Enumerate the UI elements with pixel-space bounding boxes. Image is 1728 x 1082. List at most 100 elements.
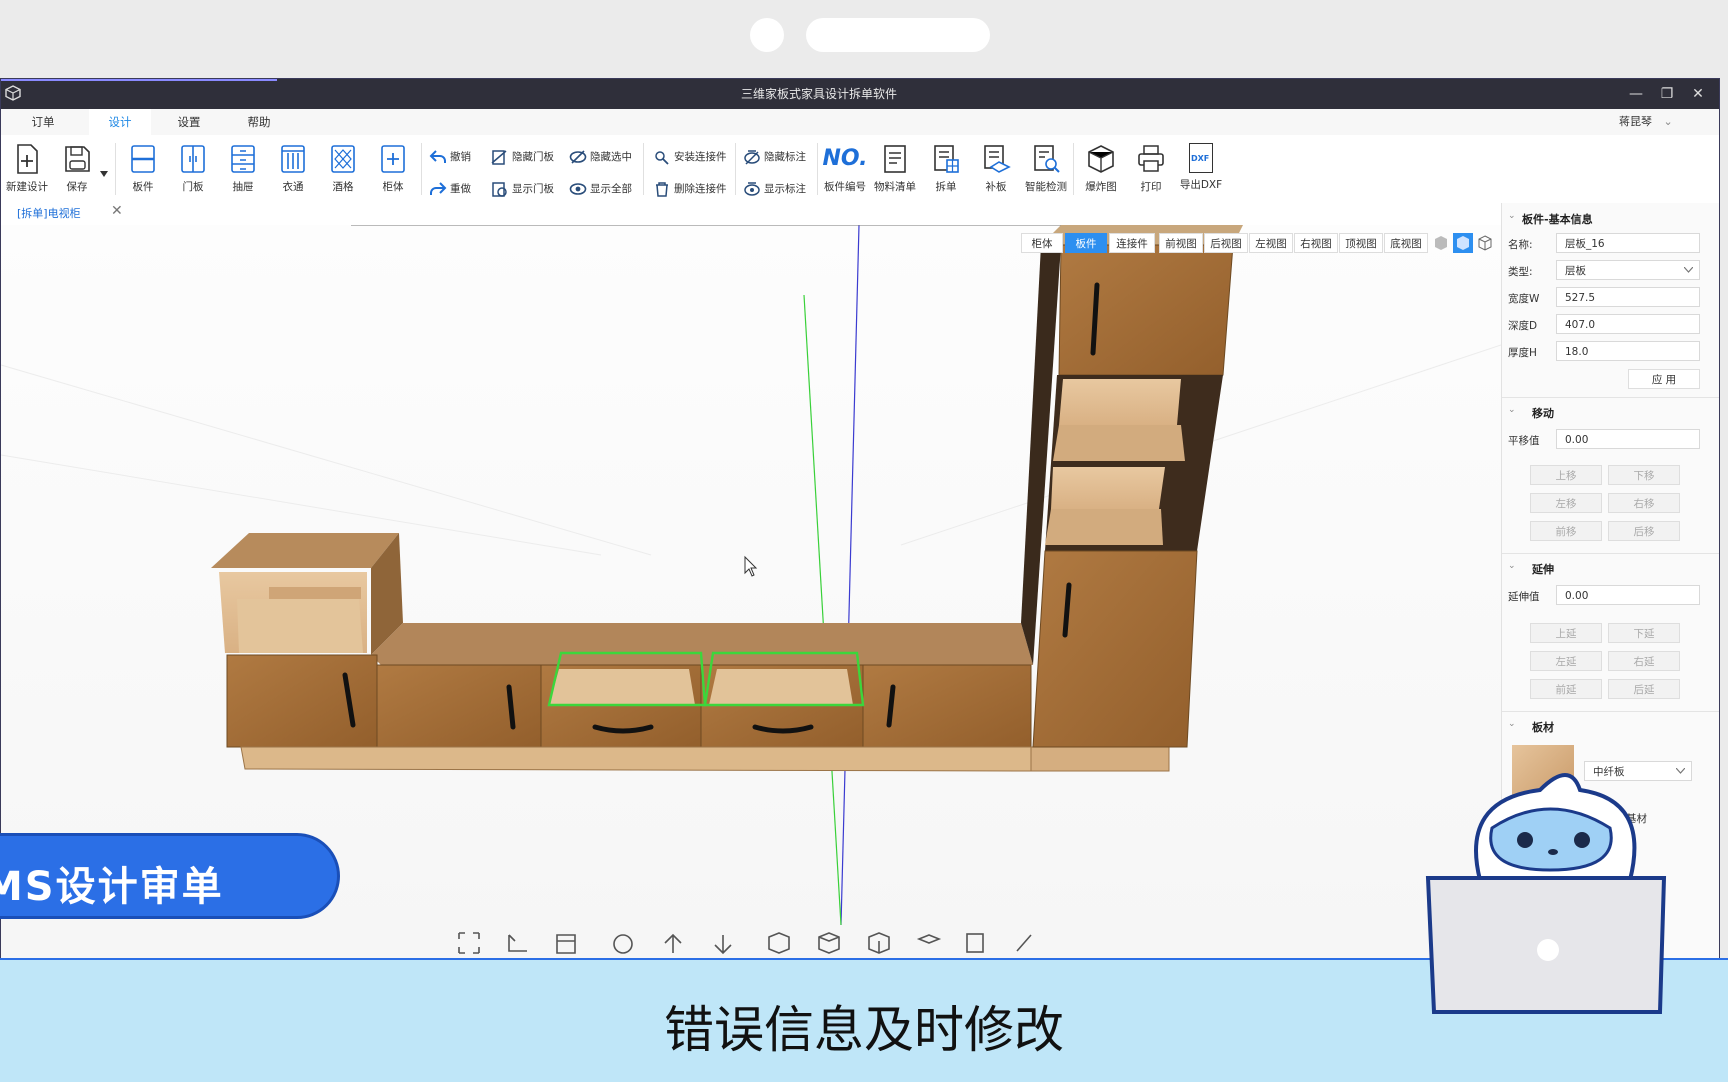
move-front-button[interactable]: 前移: [1530, 521, 1602, 541]
apply-button[interactable]: 应 用: [1628, 369, 1700, 389]
offset-field[interactable]: 0.00: [1556, 429, 1700, 449]
user-menu[interactable]: 蒋昆琴 ⌄: [1619, 109, 1673, 135]
numbering-button[interactable]: NO. 板件编号: [821, 137, 869, 201]
undo-label: 撤销: [450, 151, 471, 163]
move-back-button[interactable]: 后移: [1608, 521, 1680, 541]
show-all-button[interactable]: 显示全部: [569, 179, 632, 199]
tab-order[interactable]: 订单: [15, 109, 71, 135]
door-button[interactable]: 门板: [169, 137, 217, 201]
redo-label: 重做: [450, 183, 471, 195]
wine-rack-button[interactable]: 酒格: [319, 137, 367, 201]
title-bar: 三维家板式家具设计拆单软件 — ❐ ✕: [1, 79, 1719, 109]
textured-view-icon[interactable]: [1453, 233, 1473, 253]
redo-button[interactable]: 重做: [429, 179, 471, 199]
panel-button[interactable]: 板件: [119, 137, 167, 201]
drawer-icon: [231, 145, 255, 173]
hide-door-button[interactable]: 隐藏门板: [491, 147, 554, 167]
thickness-field[interactable]: 18.0: [1556, 341, 1700, 361]
smart-check-button[interactable]: 智能检测: [1022, 137, 1070, 201]
collapse-icon[interactable]: ⌄: [1508, 211, 1516, 221]
bom-button[interactable]: 物料清单: [871, 137, 919, 201]
redo-icon: [430, 182, 447, 195]
dxf-export-label: 导出DXF: [1179, 179, 1223, 191]
explode-button[interactable]: 爆炸图: [1077, 137, 1125, 201]
bom-icon: [884, 145, 906, 173]
move-down-button[interactable]: 下移: [1608, 465, 1680, 485]
delete-connector-label: 删除连接件: [674, 183, 727, 195]
view-mode-connector[interactable]: 连接件: [1109, 233, 1155, 253]
extend-left-button[interactable]: 左延: [1530, 651, 1602, 671]
dxf-export-button[interactable]: DXF 导出DXF: [1177, 137, 1225, 201]
material-title: 板材: [1532, 721, 1554, 734]
split-order-icon: [934, 145, 959, 173]
back-view-tab[interactable]: 后视图: [1204, 233, 1248, 253]
front-view-tab[interactable]: 前视图: [1159, 233, 1203, 253]
delete-connector-button[interactable]: 删除连接件: [653, 179, 727, 199]
extend-back-button[interactable]: 后延: [1608, 679, 1680, 699]
toolbar-separator: [735, 143, 736, 195]
show-all-label: 显示全部: [590, 183, 632, 195]
smart-check-icon: [1034, 145, 1060, 173]
close-icon[interactable]: ✕: [111, 203, 123, 219]
print-button[interactable]: 打印: [1127, 137, 1175, 201]
move-up-button[interactable]: 上移: [1530, 465, 1602, 485]
width-field[interactable]: 527.5: [1556, 287, 1700, 307]
save-button[interactable]: 保存: [53, 137, 101, 201]
rail-button[interactable]: 衣通: [269, 137, 317, 201]
print-icon: [1138, 145, 1164, 172]
move-left-button[interactable]: 左移: [1530, 493, 1602, 513]
split-order-button[interactable]: 拆单: [922, 137, 970, 201]
minimize-button[interactable]: —: [1621, 79, 1651, 109]
extend-right-button[interactable]: 右延: [1608, 651, 1680, 671]
save-dropdown-icon[interactable]: [100, 171, 108, 177]
cabinet-button[interactable]: 柜体: [369, 137, 417, 201]
view-mode-cabinet[interactable]: 柜体: [1021, 233, 1063, 253]
restore-button[interactable]: ❐: [1652, 79, 1682, 109]
panel-divider: [1502, 397, 1719, 398]
panel-divider: [1502, 711, 1719, 712]
extend-front-button[interactable]: 前延: [1530, 679, 1602, 699]
collapse-icon[interactable]: ⌄: [1508, 405, 1516, 415]
wireframe-view-icon[interactable]: [1477, 235, 1493, 251]
extend-up-button[interactable]: 上延: [1530, 623, 1602, 643]
hide-annotation-button[interactable]: 隐藏标注: [743, 147, 806, 167]
type-value: 层板: [1565, 265, 1586, 277]
bottom-view-tab[interactable]: 底视图: [1384, 233, 1428, 253]
name-field[interactable]: 层板_16: [1556, 233, 1700, 253]
move-right-button[interactable]: 右移: [1608, 493, 1680, 513]
view-mode-panel[interactable]: 板件: [1065, 233, 1107, 253]
document-tab[interactable]: [拆单]电视柜: [17, 205, 81, 221]
tab-settings[interactable]: 设置: [161, 109, 217, 135]
show-annotation-button[interactable]: 显示标注: [743, 179, 806, 199]
tab-help[interactable]: 帮助: [231, 109, 287, 135]
hide-door-label: 隐藏门板: [512, 151, 554, 163]
basic-info-title: 板件-基本信息: [1522, 213, 1593, 226]
new-design-button[interactable]: 新建设计: [3, 137, 51, 201]
tab-design[interactable]: 设计: [89, 109, 151, 135]
extend-down-button[interactable]: 下延: [1608, 623, 1680, 643]
extend-field[interactable]: 0.00: [1556, 585, 1700, 605]
mouse-cursor-icon: [744, 555, 758, 577]
viewport-tools[interactable]: [457, 931, 1037, 957]
install-connector-button[interactable]: 安装连接件: [653, 147, 727, 167]
patch-panel-button[interactable]: 补板: [972, 137, 1020, 201]
collapse-icon[interactable]: ⌄: [1508, 719, 1516, 729]
close-button[interactable]: ✕: [1683, 79, 1713, 109]
show-door-button[interactable]: 显示门板: [491, 179, 554, 199]
collapse-icon[interactable]: ⌄: [1508, 561, 1516, 571]
top-view-tab[interactable]: 顶视图: [1339, 233, 1383, 253]
mascot-illustration: [1425, 773, 1667, 1014]
type-select[interactable]: 层板: [1556, 260, 1700, 280]
hide-selected-label: 隐藏选中: [590, 151, 632, 163]
hide-selected-button[interactable]: 隐藏选中: [569, 147, 632, 167]
panel-icon: [131, 145, 155, 173]
camera-dot: [750, 18, 784, 52]
wine-rack-icon: [331, 145, 355, 173]
depth-field[interactable]: 407.0: [1556, 314, 1700, 334]
solid-view-icon[interactable]: [1433, 235, 1449, 251]
left-view-tab[interactable]: 左视图: [1249, 233, 1293, 253]
extend-title: 延伸: [1532, 563, 1554, 576]
undo-button[interactable]: 撤销: [429, 147, 471, 167]
right-view-tab[interactable]: 右视图: [1294, 233, 1338, 253]
drawer-button[interactable]: 抽屉: [219, 137, 267, 201]
